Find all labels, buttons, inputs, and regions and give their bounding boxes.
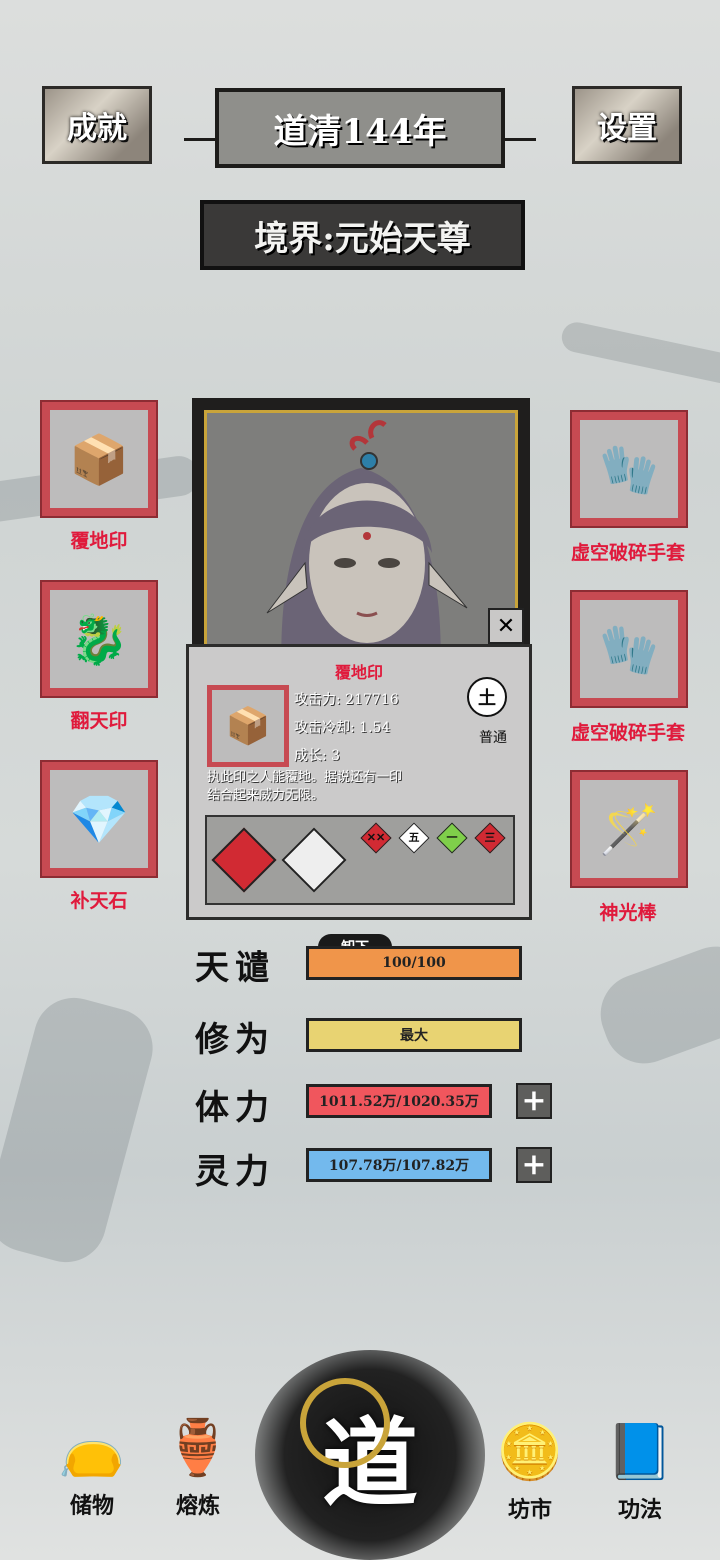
character-illustration [266,420,468,683]
coins-icon: 🪙 [496,1420,564,1483]
attack-label: 攻击力: [294,692,341,708]
element-badge: 土 [467,677,507,717]
year-banner: 道清144年 [184,88,536,168]
void-glove-icon: 🧤 [580,600,678,698]
stamina-label: 体力 [195,1088,275,1128]
equip-slot-left-3[interactable]: 💎 [40,760,158,878]
equip-slot-left-2[interactable]: 🐉 [40,580,158,698]
spirit-label: 灵力 [195,1152,275,1192]
stamina-bar: 1011.52万/1020.35万 [306,1084,492,1118]
equip-slot-right-2[interactable]: 🧤 [570,590,688,708]
stamina-value: 1011.52万/1020.35万 [319,1094,479,1110]
book-icon: 📘 [606,1420,674,1483]
plus-icon: + [521,1083,547,1118]
rarity-label: 普通 [479,730,507,746]
achievements-button[interactable]: 成就 [42,86,152,164]
ink-brush-decoration [589,935,720,1075]
ink-brush-decoration [0,988,162,1272]
light-staff-icon: 🪄 [580,780,678,878]
slot-diamond-3[interactable]: 一 [436,822,468,854]
item-description: 执此印之人能覆地。据说还有一印 结合起来威力无限。 [207,769,517,805]
tianqian-bar: 100/100 [306,946,522,980]
realm-label: 境界:元始天尊 [254,218,471,259]
equip-slot-right-1[interactable]: 🧤 [570,410,688,528]
equip-label-right-3: 神光棒 [599,902,657,924]
cauldron-icon: 🏺 [164,1416,232,1479]
nav-market[interactable]: 🪙 坊市 [480,1412,580,1524]
year-label: 道清144年 [273,111,447,152]
plus-icon: + [521,1147,547,1182]
nav-smelt[interactable]: 🏺 熔炼 [148,1408,248,1520]
equip-label-left-1: 覆地印 [70,530,128,552]
settings-label: 设置 [597,111,657,146]
spirit-plus-button[interactable]: + [516,1147,552,1183]
spirit-value: 107.78万/107.82万 [328,1158,470,1174]
seal-chest-icon: 📦 [212,690,284,762]
slot-diamond-1[interactable]: ✕✕ [360,822,392,854]
cooldown-label: 攻击冷却: [294,720,355,736]
stamina-plus-button[interactable]: + [516,1083,552,1119]
pouch-icon: 👝 [58,1416,126,1479]
cooldown-value: 1.54 [359,720,391,736]
nav-techniques-label: 功法 [617,1497,662,1523]
growth-stat: 成长: 3 [294,745,340,765]
equip-slot-left-1[interactable]: 📦 [40,400,158,518]
nav-smelt-label: 熔炼 [175,1493,220,1519]
realm-banner: 境界:元始天尊 [200,200,525,270]
attack-stat: 攻击力: 217716 [294,689,399,709]
item-detail-popup: 覆地印 📦 攻击力: 217716 攻击冷却: 1.54 成长: 3 土 普通 … [186,644,532,920]
popup-close-button[interactable]: ✕ [488,608,524,644]
nav-storage-label: 储物 [69,1493,114,1519]
crystal-stone-icon: 💎 [50,770,148,868]
settings-button[interactable]: 设置 [572,86,682,164]
nav-techniques[interactable]: 📘 功法 [590,1412,690,1524]
cultivation-label: 修为 [195,1020,275,1060]
nav-storage[interactable]: 👝 储物 [42,1408,142,1520]
void-glove-icon: 🧤 [580,420,678,518]
close-icon: ✕ [496,613,516,639]
item-icon-frame: 📦 [207,685,289,767]
equip-slot-right-3[interactable]: 🪄 [570,770,688,888]
seal-chest-icon: 📦 [50,410,148,508]
cultivation-value: 最大 [400,1028,428,1044]
achievements-label: 成就 [67,111,127,146]
description-line-1: 执此印之人能覆地。据说还有一印 [207,770,403,785]
equip-label-right-2: 虚空破碎手套 [570,722,685,744]
growth-value: 3 [331,748,341,764]
slot-diamond-4[interactable]: 三 [474,822,506,854]
tianqian-label: 天谴 [195,948,275,988]
arrow-down-skill-icon[interactable] [281,827,347,893]
fire-cloud-skill-icon[interactable] [211,827,277,893]
slot-diamond-2[interactable]: 五 [398,822,430,854]
gold-ring-icon [300,1378,390,1468]
equip-label-left-3: 补天石 [70,890,128,912]
nav-market-label: 坊市 [507,1497,552,1523]
dragon-seal-icon: 🐉 [50,590,148,688]
cultivation-bar: 最大 [306,1018,522,1052]
growth-label: 成长: [294,748,327,764]
equip-label-right-1: 虚空破碎手套 [570,542,685,564]
spirit-bar: 107.78万/107.82万 [306,1148,492,1182]
description-line-2: 结合起来威力无限。 [207,788,325,803]
tianqian-value: 100/100 [382,955,446,971]
equip-label-left-2: 翻天印 [70,710,128,732]
ink-brush-decoration [559,319,720,391]
attack-value: 217716 [345,692,399,708]
cooldown-stat: 攻击冷却: 1.54 [294,717,390,737]
skill-panel: ✕✕ 五 一 三 [205,815,515,905]
